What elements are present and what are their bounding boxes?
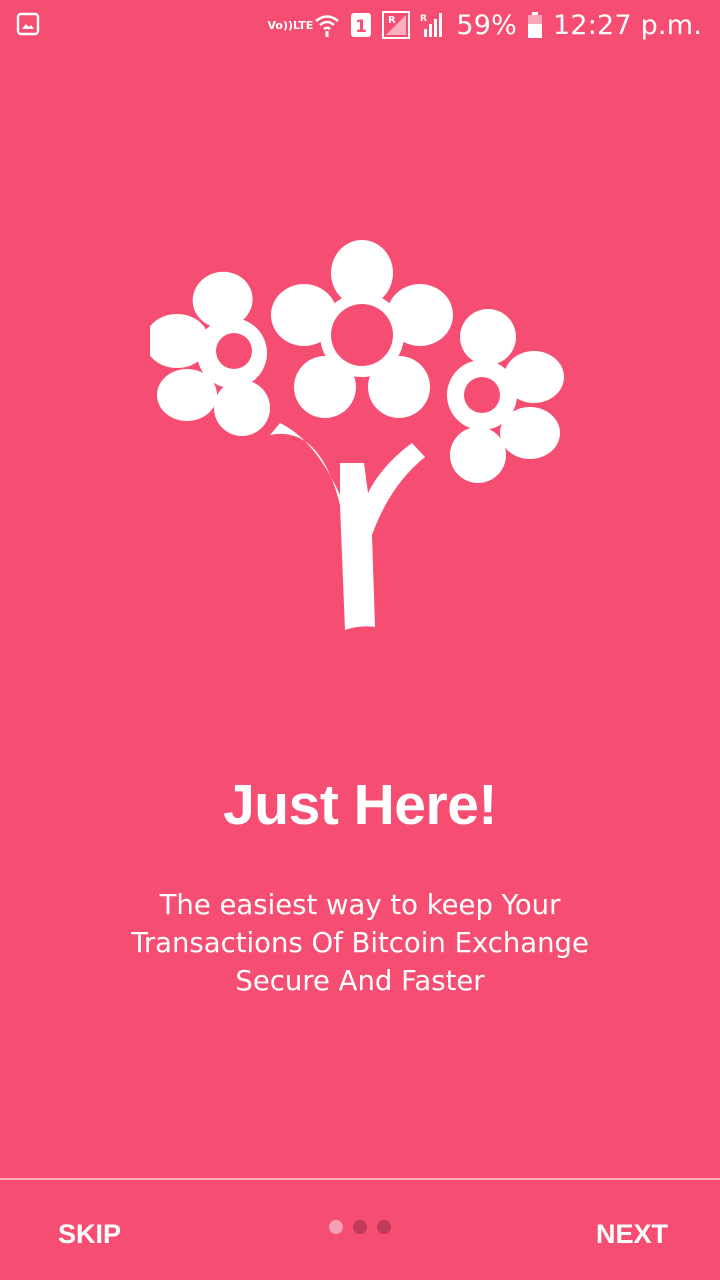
bottom-divider: [0, 1178, 720, 1180]
battery-icon: [527, 11, 543, 39]
description-line: The easiest way to keep Your: [159, 889, 561, 921]
status-right-group: Vo)) LTE 1 R R 59% 12:27 p.m.: [267, 0, 702, 50]
svg-text:R: R: [388, 15, 396, 26]
svg-text:R: R: [420, 14, 427, 24]
volte-indicator: Vo)) LTE: [267, 18, 314, 32]
wifi-icon: [314, 12, 340, 38]
flower-bouquet-icon: [145, 225, 570, 645]
onboarding-screen: Vo)) LTE 1 R R 59% 12:27 p.m. Just Here!…: [0, 0, 720, 1280]
svg-text:1: 1: [355, 17, 367, 37]
description-line: Secure And Faster: [235, 965, 485, 997]
onboarding-description: The easiest way to keep Your Transaction…: [100, 886, 620, 1000]
clock: 12:27 p.m.: [553, 9, 702, 41]
skip-button[interactable]: SKIP: [58, 1210, 121, 1258]
battery-percent: 59%: [456, 9, 517, 41]
description-line: Transactions Of Bitcoin Exchange: [131, 927, 589, 959]
page-dot-1[interactable]: [329, 1220, 343, 1234]
signal-icon: R: [420, 11, 446, 39]
status-bar: Vo)) LTE 1 R R 59% 12:27 p.m.: [0, 0, 720, 50]
onboarding-title: Just Here!: [223, 773, 497, 837]
sim1-icon: 1: [350, 12, 372, 38]
page-dot-3[interactable]: [377, 1220, 391, 1234]
gallery-icon: [16, 12, 40, 36]
page-dot-2[interactable]: [353, 1220, 367, 1234]
next-button[interactable]: NEXT: [596, 1210, 668, 1258]
signal-roaming-icon: R: [382, 11, 411, 39]
